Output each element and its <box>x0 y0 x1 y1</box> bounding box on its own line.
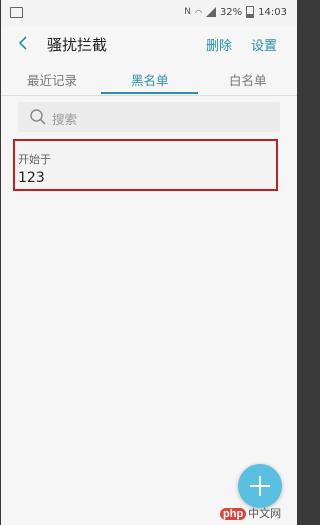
active-tab-indicator <box>101 92 198 94</box>
list-item[interactable]: 开始于 123 <box>13 139 278 191</box>
back-arrow-icon[interactable] <box>15 34 33 52</box>
add-button[interactable] <box>238 464 282 508</box>
watermark: php 中文网 <box>220 505 281 521</box>
watermark-logo: php <box>220 508 247 520</box>
gallery-notification-icon <box>10 7 23 18</box>
settings-button[interactable]: 设置 <box>251 35 277 54</box>
app-bar: 骚扰拦截 删除 设置 <box>1 26 297 62</box>
nfc-icon: N <box>184 7 191 17</box>
search-placeholder: 搜索 <box>52 112 78 127</box>
screen: N ◠ 32% 14:03 骚扰拦截 删除 设置 最近记录 黑名单 白名单 搜索… <box>1 0 297 525</box>
tab-whitelist[interactable]: 白名单 <box>229 70 267 89</box>
tab-bar: 最近记录 黑名单 白名单 <box>1 62 297 96</box>
status-indicators: N ◠ 32% 14:03 <box>184 6 287 18</box>
tab-recent[interactable]: 最近记录 <box>27 70 77 89</box>
watermark-text: 中文网 <box>248 508 282 520</box>
delete-button[interactable]: 删除 <box>206 35 232 54</box>
match-type-label: 开始于 <box>18 153 51 166</box>
battery-percent: 32% <box>219 6 243 18</box>
battery-icon <box>246 6 255 18</box>
tab-blacklist[interactable]: 黑名单 <box>131 70 169 89</box>
wifi-icon: ◠ <box>194 7 202 17</box>
search-input[interactable]: 搜索 <box>18 102 280 132</box>
status-bar: N ◠ 32% 14:03 <box>1 0 297 26</box>
blocked-number: 123 <box>18 170 45 186</box>
page-title: 骚扰拦截 <box>47 36 108 54</box>
search-icon <box>30 109 46 125</box>
clock: 14:03 <box>258 6 287 18</box>
signal-icon <box>205 7 216 17</box>
